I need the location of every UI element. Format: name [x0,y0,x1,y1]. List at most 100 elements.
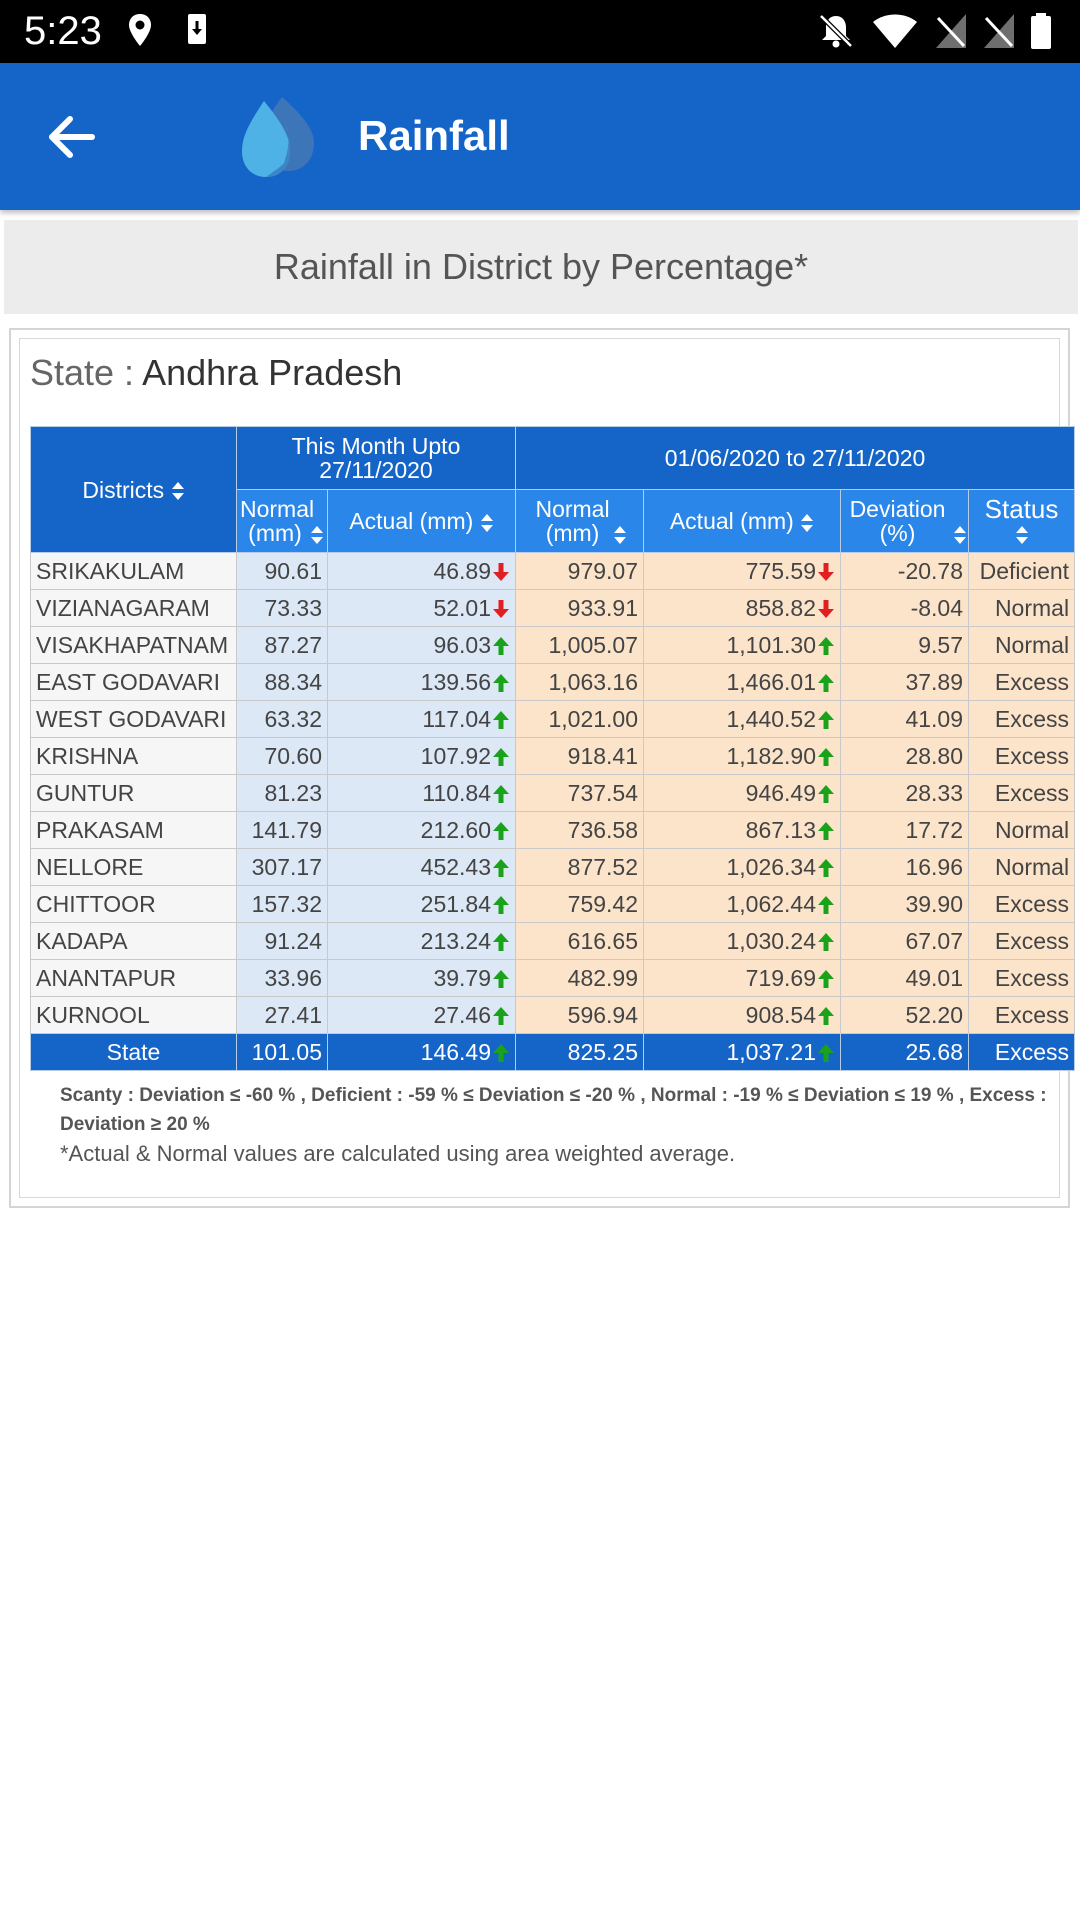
cell-deviation: 25.68 [840,1033,970,1071]
cell-deviation-value: 39.90 [905,890,964,917]
cell-month-actual: 212.60 [326,811,517,849]
cell-month-normal: 70.60 [236,737,328,775]
cell-month-normal: 157.32 [236,885,328,923]
cell-district-value: EAST GODAVARI [36,668,221,695]
cell-period-actual-value: 1,182.90 [726,742,817,769]
cell-month-normal-value: 88.34 [264,668,322,695]
cell-deviation: 9.57 [840,626,970,664]
cell-deviation: 17.72 [840,811,970,849]
cell-month-normal-value: 81.23 [264,779,322,806]
cell-month-normal: 27.41 [236,996,328,1034]
cell-period-normal-value: 825.25 [567,1038,639,1065]
sort-icon [1015,526,1028,545]
header-period: 01/06/2020 to 27/11/2020 [515,426,1076,490]
cell-month-normal: 33.96 [236,959,328,997]
rainfall-card-inner: State : Andhra Pradesh Districts This Mo… [19,338,1076,1198]
trend-up-arrow-icon [818,822,835,841]
sort-icon [613,525,626,544]
cell-month-actual-value: 46.89 [433,557,492,584]
cell-district-value: WEST GODAVARI [36,705,227,732]
cell-deviation: 28.33 [840,774,970,812]
cell-status-value: Excess [994,927,1070,954]
cell-district: State [30,1033,237,1071]
cell-period-actual: 1,101.30 [643,626,842,664]
cell-period-normal: 933.91 [515,589,645,627]
state-line: State : Andhra Pradesh [30,351,402,395]
cell-month-normal: 101.05 [236,1033,328,1071]
cell-status: Excess [968,663,1076,701]
cell-status: Excess [968,774,1076,812]
cell-period-normal-value: 596.94 [567,1001,639,1028]
cell-deviation-value: 25.68 [905,1038,964,1065]
cell-district-value: KURNOOL [36,1001,150,1028]
header-month-normal[interactable]: Normal (mm) [236,489,328,553]
header-period-actual-label: Actual (mm) [669,508,794,534]
cell-deviation-value: -8.04 [910,594,964,621]
trend-up-arrow-icon [493,822,510,841]
cell-deviation: -20.78 [840,552,970,590]
header-period-actual[interactable]: Actual (mm) [643,489,842,553]
cell-period-actual-value: 1,440.52 [726,705,817,732]
header-period-normal-label: Normal (mm) [535,496,610,546]
cell-deviation: 16.96 [840,848,970,886]
cell-month-actual: 52.01 [326,589,517,627]
table-row: KURNOOL 27.41 27.46 596.94 908.54 52.20 Excess [30,996,1076,1034]
cell-district-value: State [106,1038,161,1065]
trend-up-arrow-icon [818,637,835,656]
cell-month-normal-value: 90.61 [264,557,322,584]
cell-month-actual: 107.92 [326,737,517,775]
header-month-actual-label: Actual (mm) [349,508,474,534]
cell-period-actual-value: 1,062.44 [726,890,817,917]
cell-month-actual-value: 212.60 [420,816,492,843]
back-arrow-icon[interactable] [44,109,100,165]
cell-period-actual: 1,062.44 [643,885,842,923]
cell-month-normal-value: 87.27 [264,631,322,658]
cell-period-normal-value: 1,063.16 [548,668,639,695]
cell-status-value: Excess [994,1001,1070,1028]
cell-period-actual-value: 1,037.21 [726,1038,817,1065]
cell-month-actual-value: 110.84 [422,779,492,806]
cell-status-value: Excess [994,779,1070,806]
trend-up-arrow-icon [818,933,835,952]
cell-district-value: VIZIANAGARAM [36,594,210,621]
cell-month-actual: 39.79 [326,959,517,997]
trend-up-arrow-icon [493,859,510,878]
cell-period-normal-value: 877.52 [567,853,639,880]
cell-district: ANANTAPUR [30,959,237,997]
cell-month-normal-value: 33.96 [264,964,322,991]
trend-up-arrow-icon [493,785,510,804]
cell-status: Excess [968,1033,1076,1071]
cell-district-value: SRIKAKULAM [36,557,185,584]
cell-district: PRAKASAM [30,811,237,849]
header-districts-label: Districts [82,476,165,503]
header-month-actual[interactable]: Actual (mm) [326,489,517,553]
signal-off-icon-2 [984,14,1014,48]
header-deviation[interactable]: Deviation (%) [840,489,970,553]
cell-period-actual: 1,466.01 [643,663,842,701]
header-period-normal[interactable]: Normal (mm) [515,489,645,553]
cell-period-actual-value: 775.59 [745,557,817,584]
deviation-legend: Scanty : Deviation ≤ -60 % , Deficient :… [60,1085,1047,1135]
cell-month-actual-value: 96.03 [433,631,492,658]
cell-status-value: Normal [994,631,1070,658]
cell-deviation: 67.07 [840,922,970,960]
header-status[interactable]: Status [968,489,1076,553]
rainfall-table: Districts This Month Upto 27/11/2020 01/… [30,426,1076,1071]
cell-deviation-value: 16.96 [905,853,964,880]
cell-deviation-value: -20.78 [897,557,964,584]
table-row: VIZIANAGARAM 73.33 52.01 933.91 858.82 -8.04 N… [30,589,1076,627]
page-subtitle: Rainfall in District by Percentage* [4,220,1078,314]
trend-up-arrow-icon [493,896,510,915]
cell-month-normal: 63.32 [236,700,328,738]
cell-status: Excess [968,996,1076,1034]
signal-off-icon [936,14,966,48]
cell-period-actual: 858.82 [643,589,842,627]
cell-status-value: Excess [994,668,1070,695]
cell-period-normal-value: 918.41 [567,742,639,769]
cell-month-actual: 146.49 [326,1033,517,1071]
cell-month-actual: 139.56 [326,663,517,701]
header-districts[interactable]: Districts [30,426,237,553]
trend-up-arrow-icon [818,970,835,989]
rainfall-card: State : Andhra Pradesh Districts This Mo… [9,328,1076,1208]
cell-district-value: NELLORE [36,853,144,880]
